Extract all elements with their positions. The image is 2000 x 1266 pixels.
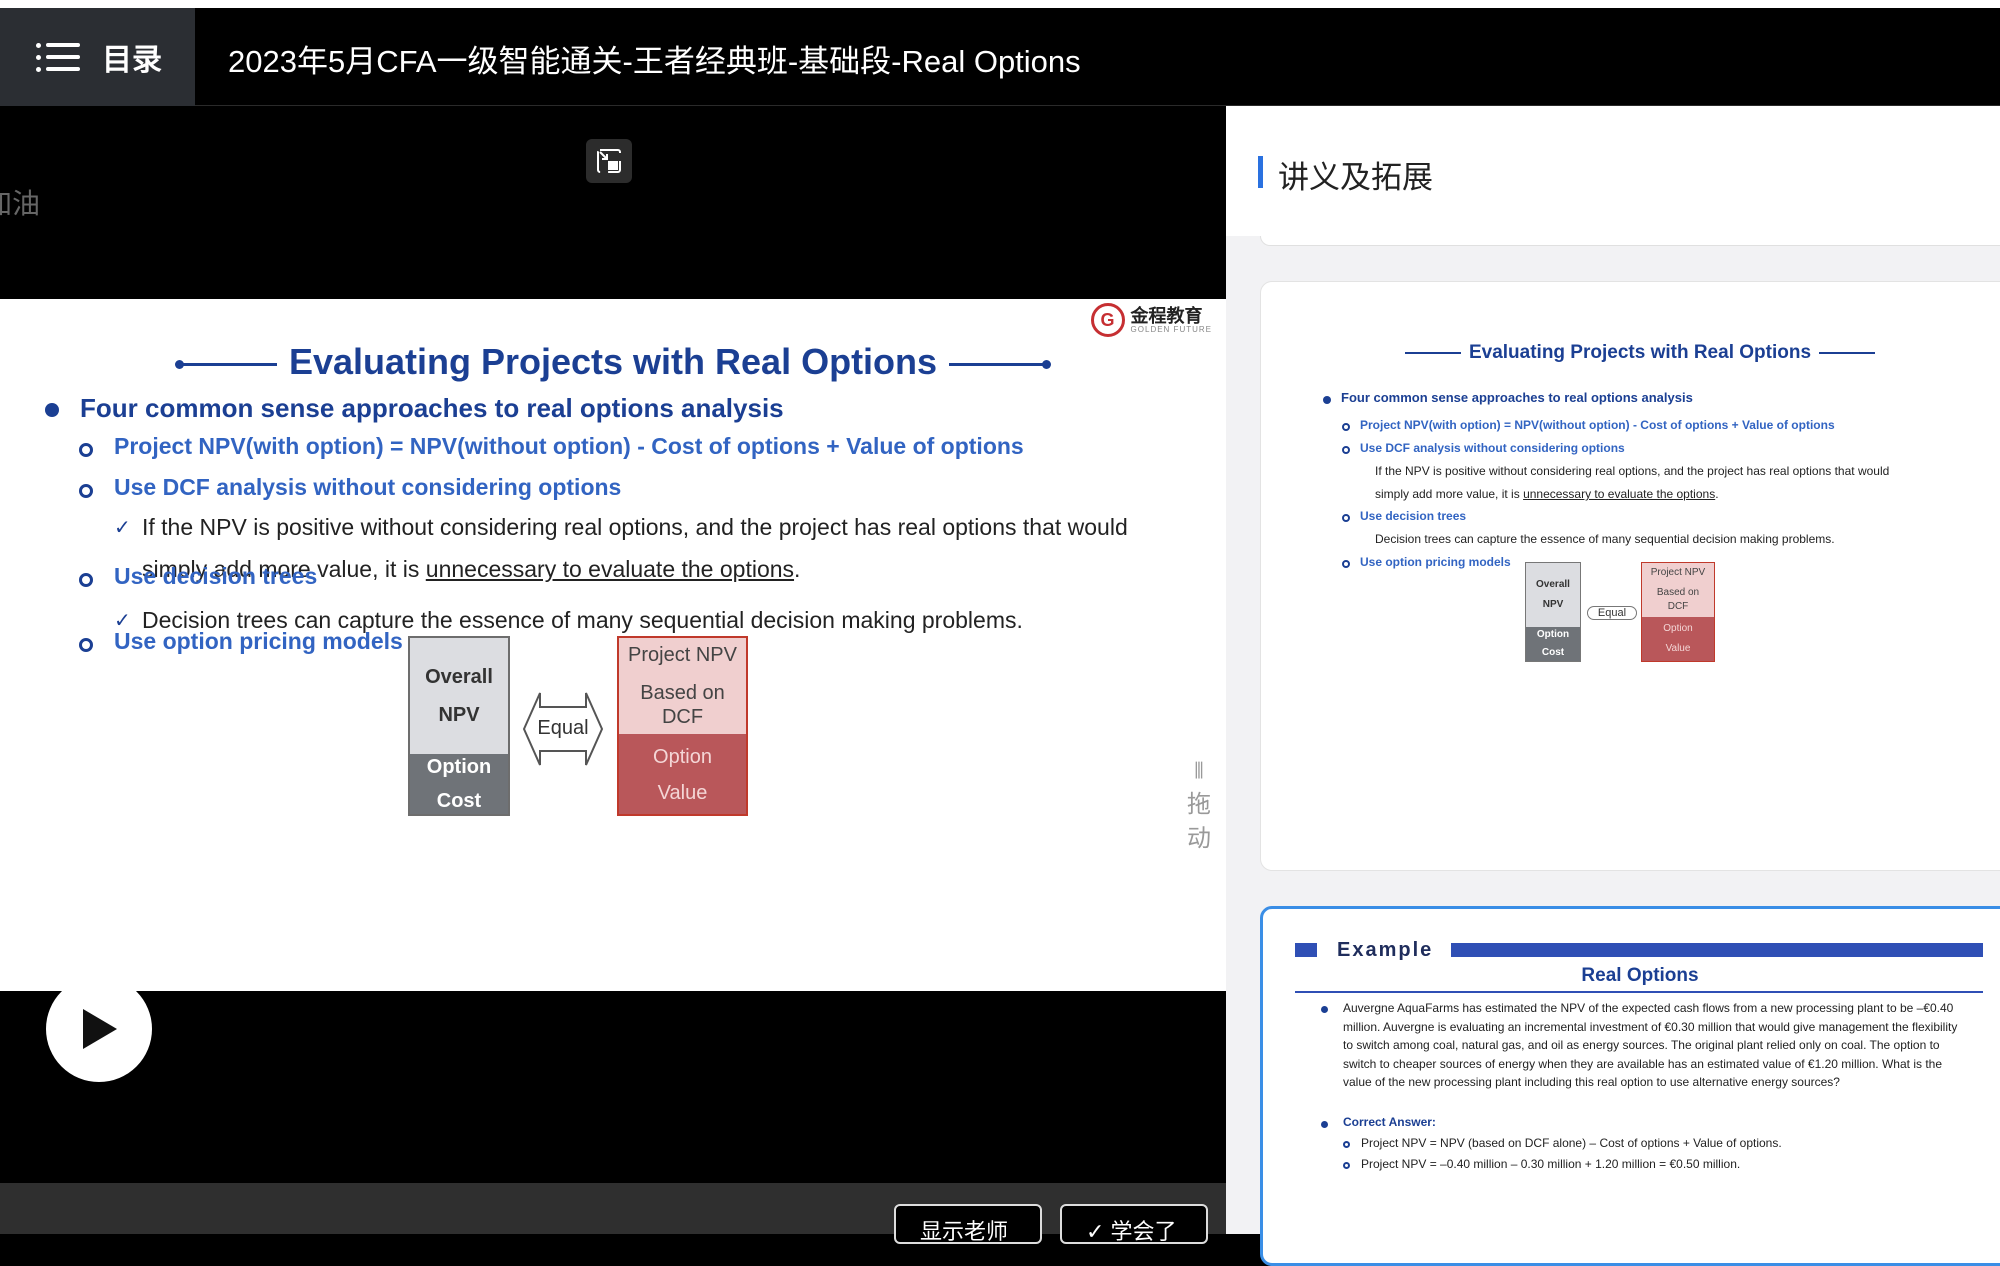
mini-dcf-text1: If the NPV is positive without consideri…: [1375, 464, 1890, 478]
handout-card-example[interactable]: Example Real Options Auvergne AquaFarms …: [1260, 906, 2000, 1266]
example-subtitle: Real Options: [1581, 965, 1699, 986]
logo-cn: 金程教育: [1130, 305, 1203, 326]
drag-grip-icon: ⦀: [1194, 758, 1204, 783]
previous-card-fragment: [1260, 236, 2000, 246]
dcf-text-line1: If the NPV is positive without consideri…: [142, 514, 1128, 540]
lecture-slide: G 金程教育 GOLDEN FUTURE Evaluating Projects…: [0, 299, 1226, 991]
option-label: Option: [426, 756, 492, 778]
overall-label: Overall: [425, 666, 493, 688]
handout-card-slide[interactable]: Evaluating Projects with Real Options Fo…: [1260, 281, 2000, 871]
top-strip: [0, 0, 2000, 8]
based-on-label: Based on: [640, 682, 725, 704]
sub-point-formula: Project NPV(with option) = NPV(without o…: [114, 433, 1024, 459]
video-player[interactable]: 加油! G 金程教育 GOLDEN FUTURE Evaluating Proj…: [0, 106, 1226, 1244]
main-bullet: Four common sense approaches to real opt…: [80, 393, 784, 423]
course-title: 2023年5月CFA一级智能通关-王者经典班-基础段-Real Options: [228, 44, 1081, 79]
sub-point-option-pricing: Use option pricing models: [114, 628, 403, 654]
logo-en: GOLDEN FUTURE: [1130, 324, 1212, 334]
learned-button[interactable]: ✓ 学会了: [1060, 1204, 1208, 1244]
play-icon: [83, 1009, 117, 1049]
exit-fullscreen-button[interactable]: [586, 139, 632, 183]
project-npv-label: Project NPV: [628, 644, 737, 666]
dcf-label: DCF: [661, 706, 704, 728]
sub-bullet-ring: [79, 638, 93, 652]
notes-sidebar: 讲义及拓展 Evaluating Projects with Real Opti…: [1226, 106, 2000, 1266]
bullet-dot: [45, 403, 59, 417]
drag-label-2: 动: [1187, 825, 1211, 852]
menu-icon: [36, 41, 80, 73]
mini-trees-text: Decision trees can capture the essence o…: [1375, 532, 1835, 546]
mini-sub-trees: Use decision trees: [1360, 509, 1467, 523]
catalog-menu-button[interactable]: 目录: [0, 8, 195, 106]
logo-seal-icon: G: [1090, 303, 1125, 337]
player-controls-bar: [0, 1183, 1226, 1234]
drag-handle[interactable]: ⦀ 拖 动: [1184, 754, 1214, 856]
mini-equal-label: Equal: [1587, 606, 1637, 620]
play-button[interactable]: [46, 976, 152, 1082]
sub-point-trees: Use decision trees: [114, 563, 318, 589]
equal-label: Equal: [537, 717, 589, 739]
example-question: Auvergne AquaFarms has estimated the NPV…: [1343, 1001, 1958, 1089]
sub-bullet-ring: [79, 443, 93, 457]
option-value-label: Option: [653, 746, 712, 768]
mini-project-npv-box: Project NPV Based on DCF Option Value: [1641, 562, 1715, 662]
slide-title: Evaluating Projects with Real Options: [0, 341, 1226, 383]
sidebar-header: 讲义及拓展: [1226, 106, 2000, 236]
mini-slide-title: Evaluating Projects with Real Options: [1261, 342, 2000, 364]
exit-fullscreen-icon: [597, 149, 621, 173]
value-label: Value: [657, 782, 708, 804]
sub-bullet-ring: [79, 484, 93, 498]
brand-logo: G 金程教育 GOLDEN FUTURE: [1090, 303, 1212, 337]
mini-sub-formula: Project NPV(with option) = NPV(without o…: [1360, 418, 1835, 432]
cost-label: Cost: [436, 790, 482, 812]
answer-label: Correct Answer:: [1343, 1115, 1436, 1129]
drag-label-1: 拖: [1187, 791, 1211, 818]
cheer-text: 加油!: [0, 188, 40, 219]
mini-dcf-text2: simply add more value, it is unnecessary…: [1375, 487, 1719, 501]
mini-sub-dcf: Use DCF analysis without considering opt…: [1360, 441, 1625, 455]
npv-label: NPV: [438, 704, 480, 726]
answer-line-2: Project NPV = –0.40 million – 0.30 milli…: [1361, 1157, 1741, 1171]
mini-overall-npv-box: Overall NPV Option Cost: [1525, 562, 1581, 662]
example-heading: Example: [1337, 939, 1434, 961]
sidebar-title: 讲义及拓展: [1278, 160, 1433, 195]
project-npv-box: Project NPV Based on DCF Option Value: [617, 636, 748, 816]
mini-sub-option-pricing: Use option pricing models: [1360, 555, 1511, 569]
mini-bullet: Four common sense approaches to real opt…: [1341, 390, 1693, 405]
menu-label: 目录: [102, 44, 162, 77]
header: 目录 2023年5月CFA一级智能通关-王者经典班-基础段-Real Optio…: [0, 8, 2000, 106]
sub-point-dcf: Use DCF analysis without considering opt…: [114, 474, 622, 500]
answer-line-1: Project NPV = NPV (based on DCF alone) –…: [1361, 1136, 1782, 1150]
show-teacher-button[interactable]: 显示老师: [894, 1204, 1042, 1244]
sub-bullet-ring: [79, 573, 93, 587]
check-icon: ✓: [114, 517, 131, 539]
overall-npv-box: Overall NPV Option Cost: [408, 636, 510, 816]
